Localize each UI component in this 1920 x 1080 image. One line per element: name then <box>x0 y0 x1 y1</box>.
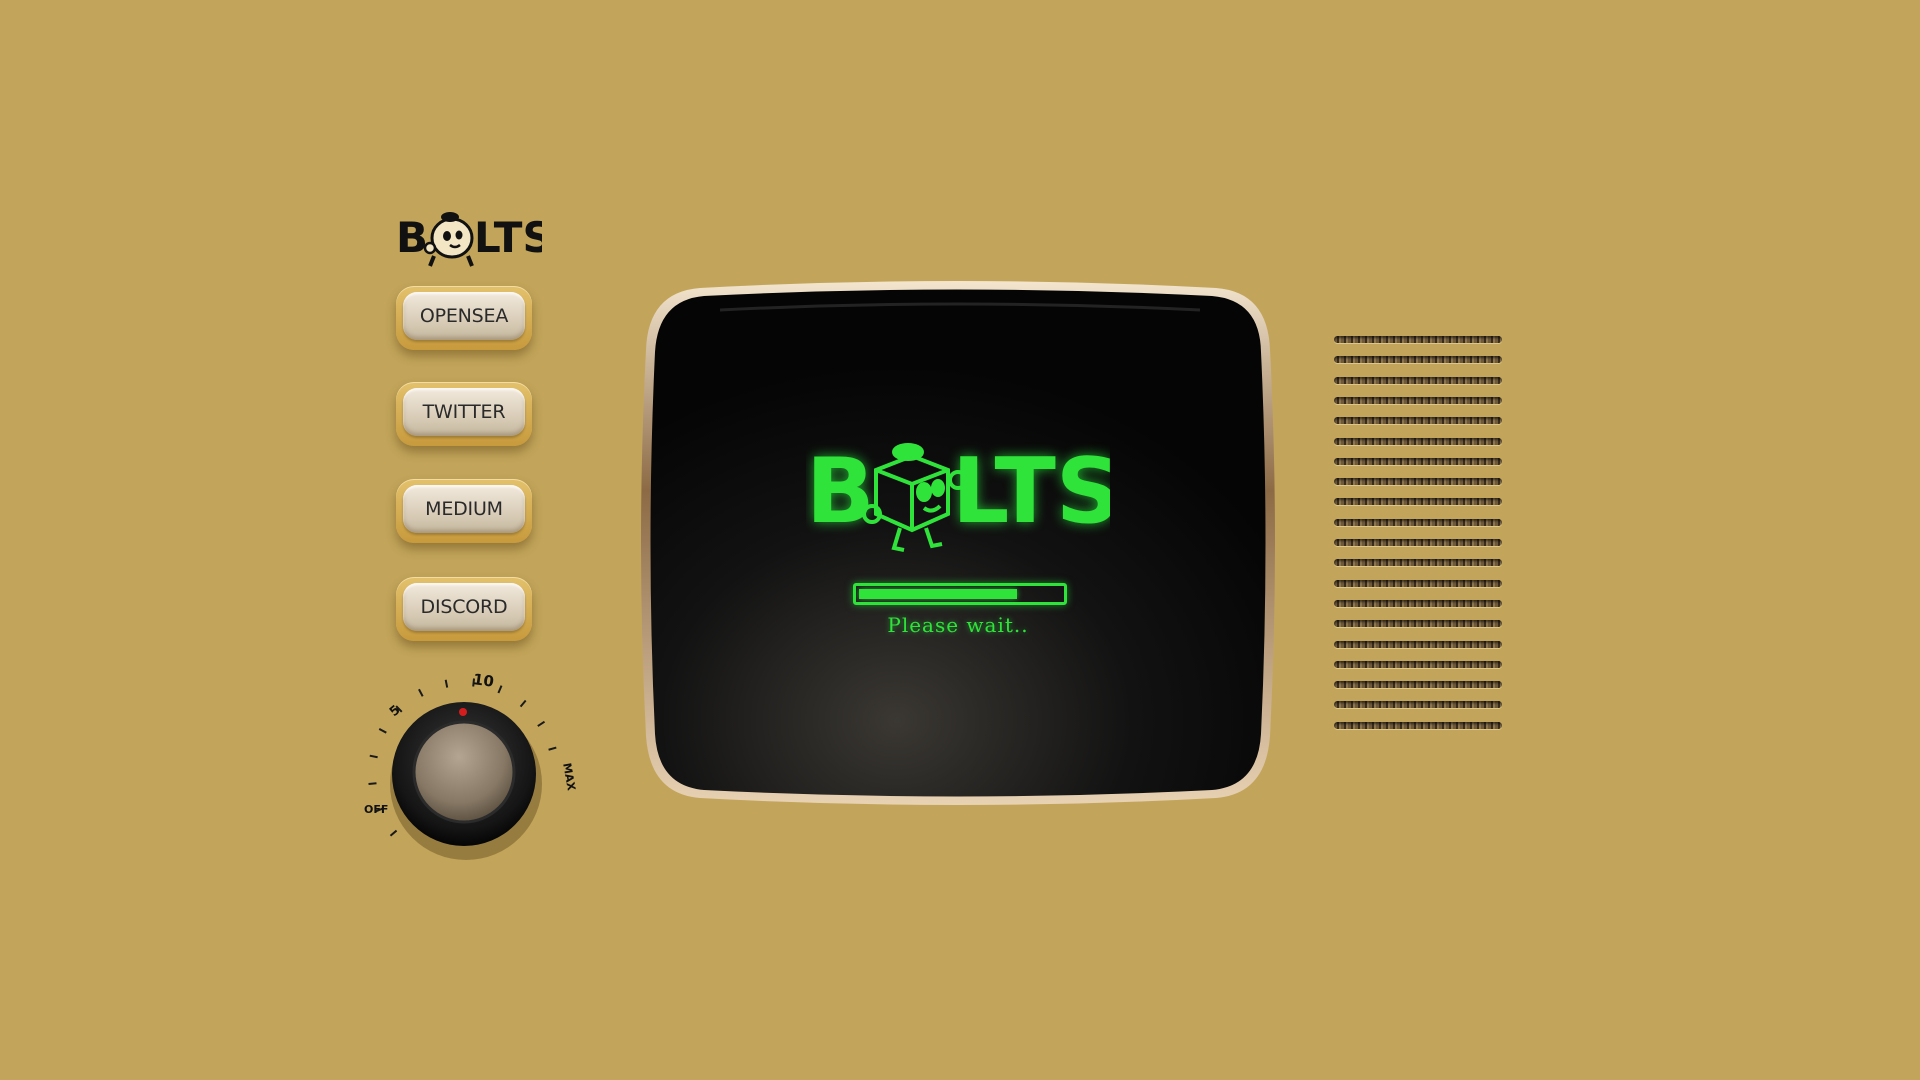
knob-tick <box>368 782 377 786</box>
loading-status-text: Please wait.. <box>887 613 1029 637</box>
knob-tick <box>537 720 546 727</box>
knob-cap[interactable] <box>412 720 516 824</box>
tv-console: B LTS OPENSEA TWITTER MEDIUM DISCORD OFF… <box>0 0 1920 1080</box>
speaker-grille <box>1334 336 1502 742</box>
opensea-button[interactable]: OPENSEA <box>403 292 525 340</box>
knob-off-label: OFF <box>364 803 388 816</box>
medium-button[interactable]: MEDIUM <box>403 485 525 533</box>
bolt-mascot-icon: B LTS <box>396 212 542 267</box>
bolt-mascot-icon: B LTS <box>806 439 1110 552</box>
knob-tick <box>497 685 503 694</box>
speaker-slot <box>1334 660 1502 668</box>
speaker-slot <box>1334 376 1502 384</box>
speaker-slot <box>1334 721 1502 729</box>
speaker-slot <box>1334 457 1502 465</box>
knob-tick <box>444 679 449 688</box>
medium-button-bezel: MEDIUM <box>396 479 532 543</box>
knob-tick <box>548 746 557 751</box>
speaker-slot <box>1334 518 1502 526</box>
speaker-slot <box>1334 478 1502 486</box>
bolts-brand-logo[interactable]: B LTS <box>396 208 542 270</box>
speaker-slot <box>1334 336 1502 343</box>
speaker-slot <box>1334 539 1502 546</box>
volume-knob[interactable]: OFF 5 10 MAX <box>352 660 578 880</box>
speaker-slot <box>1334 579 1502 587</box>
knob-indicator-dot <box>459 708 467 716</box>
speaker-slot <box>1334 701 1502 709</box>
speaker-slot <box>1334 417 1502 425</box>
speaker-slot <box>1334 437 1502 445</box>
svg-text:B: B <box>806 439 875 544</box>
speaker-slot <box>1334 620 1502 628</box>
knob-ten-label: 10 <box>472 670 495 691</box>
loading-progress-bar <box>853 583 1067 605</box>
twitter-button[interactable]: TWITTER <box>403 388 525 436</box>
svg-text:B: B <box>396 213 428 262</box>
speaker-slot <box>1334 599 1502 607</box>
loading-progress-fill <box>859 589 1017 599</box>
discord-button-bezel: DISCORD <box>396 577 532 641</box>
knob-tick <box>418 688 424 697</box>
knob-five-label: 5 <box>387 703 404 720</box>
speaker-slot <box>1334 498 1502 506</box>
knob-max-label: MAX <box>560 762 578 792</box>
speaker-slot <box>1334 681 1502 689</box>
speaker-slot <box>1334 559 1502 567</box>
speaker-slot <box>1334 396 1502 404</box>
knob-tick <box>519 699 527 708</box>
speaker-slot <box>1334 356 1502 364</box>
discord-button[interactable]: DISCORD <box>403 583 525 631</box>
svg-text:LTS: LTS <box>952 439 1110 544</box>
knob-tick <box>389 829 398 837</box>
crt-screen: B LTS Please wait.. <box>640 280 1276 806</box>
knob-tick <box>378 728 387 734</box>
twitter-button-bezel: TWITTER <box>396 382 532 446</box>
opensea-button-bezel: OPENSEA <box>396 286 532 350</box>
speaker-slot <box>1334 640 1502 648</box>
svg-text:LTS: LTS <box>474 213 542 262</box>
knob-tick <box>369 754 378 759</box>
screen-bolts-logo: B LTS <box>806 432 1110 556</box>
